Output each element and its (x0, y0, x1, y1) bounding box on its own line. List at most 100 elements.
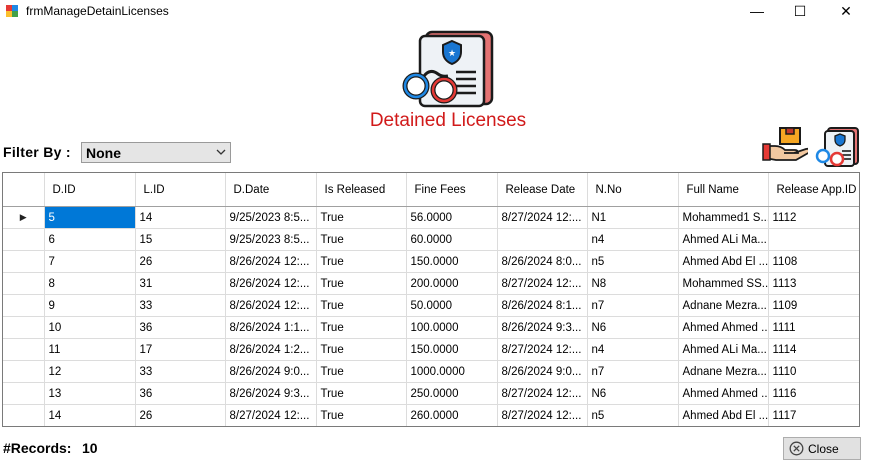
table-cell[interactable]: 31 (135, 272, 226, 295)
table-row[interactable]: 13 36 8/26/2024 9:3... True 250.0000 8/27/202… (3, 382, 859, 405)
minimize-button[interactable]: — (734, 0, 780, 22)
table-cell[interactable]: n4 (587, 228, 679, 251)
release-license-icon[interactable] (762, 124, 808, 168)
close-button[interactable]: Close (783, 437, 861, 460)
table-cell[interactable]: n5 (587, 404, 679, 426)
table-cell[interactable]: 1110 (768, 360, 859, 383)
table-cell[interactable]: 9/25/2023 8:5... (225, 228, 317, 251)
table-cell[interactable]: 1114 (768, 338, 859, 361)
column-header[interactable]: Fine Fees (406, 173, 498, 207)
table-cell[interactable]: 36 (135, 316, 226, 339)
detain-license-icon[interactable] (814, 124, 860, 168)
table-cell[interactable]: 200.0000 (406, 272, 498, 295)
table-cell[interactable]: 50.0000 (406, 294, 498, 317)
table-cell[interactable]: 1117 (768, 404, 859, 426)
table-cell[interactable]: 8/26/2024 8:1... (497, 294, 588, 317)
table-cell[interactable]: 9/25/2023 8:5... (225, 206, 317, 229)
table-row[interactable]: 7 26 8/26/2024 12:... True 150.0000 8/26/2024… (3, 250, 859, 273)
table-cell[interactable]: True (316, 250, 407, 273)
table-cell[interactable]: 260.0000 (406, 404, 498, 426)
table-cell[interactable]: 8 (44, 272, 136, 295)
table-cell[interactable]: True (316, 228, 407, 251)
column-header[interactable]: Release Date (497, 173, 588, 207)
table-cell[interactable]: 17 (135, 338, 226, 361)
table-cell[interactable]: 8/26/2024 12:... (225, 250, 317, 273)
table-row[interactable]: 8 31 8/26/2024 12:... True 200.0000 8/27/2024… (3, 272, 859, 295)
column-header[interactable]: Release App.ID (768, 173, 859, 207)
table-cell[interactable] (768, 228, 859, 251)
table-cell[interactable]: 8/26/2024 12:... (225, 294, 317, 317)
table-cell[interactable]: 8/27/2024 12:... (497, 272, 588, 295)
row-header[interactable] (3, 294, 45, 317)
table-cell[interactable]: 13 (44, 382, 136, 405)
column-header[interactable]: N.No (587, 173, 679, 207)
filter-dropdown[interactable]: None (81, 142, 231, 163)
table-row[interactable]: 9 33 8/26/2024 12:... True 50.0000 8/26/2024 … (3, 294, 859, 317)
table-cell[interactable]: N1 (587, 206, 679, 229)
row-header[interactable] (3, 250, 45, 273)
row-header[interactable]: ▶ (3, 206, 45, 229)
table-cell[interactable]: True (316, 360, 407, 383)
column-header[interactable]: D.ID (44, 173, 136, 207)
table-cell[interactable]: 8/26/2024 9:3... (497, 316, 588, 339)
table-cell[interactable]: Ahmed ALi Ma... (678, 338, 769, 361)
table-cell[interactable]: 5 (44, 206, 136, 229)
table-cell[interactable]: 10 (44, 316, 136, 339)
table-cell[interactable]: 60.0000 (406, 228, 498, 251)
table-cell[interactable]: N6 (587, 382, 679, 405)
table-cell[interactable]: 9 (44, 294, 136, 317)
table-cell[interactable]: 6 (44, 228, 136, 251)
table-cell[interactable]: 33 (135, 294, 226, 317)
table-cell[interactable]: Ahmed Ahmed ... (678, 316, 769, 339)
maximize-button[interactable]: ☐ (777, 0, 823, 22)
column-header[interactable]: D.Date (225, 173, 317, 207)
table-cell[interactable]: 1112 (768, 206, 859, 229)
table-cell[interactable]: 36 (135, 382, 226, 405)
table-cell[interactable]: 8/27/2024 12:... (497, 382, 588, 405)
table-cell[interactable]: 8/26/2024 8:0... (497, 250, 588, 273)
table-cell[interactable]: True (316, 338, 407, 361)
table-cell[interactable]: True (316, 316, 407, 339)
table-cell[interactable]: 1109 (768, 294, 859, 317)
table-cell[interactable]: 8/26/2024 1:1... (225, 316, 317, 339)
row-header[interactable] (3, 338, 45, 361)
table-cell[interactable]: 250.0000 (406, 382, 498, 405)
table-cell[interactable]: 8/26/2024 12:... (225, 272, 317, 295)
table-cell[interactable]: N6 (587, 316, 679, 339)
row-header[interactable] (3, 316, 45, 339)
table-cell[interactable]: 26 (135, 250, 226, 273)
table-cell[interactable]: True (316, 272, 407, 295)
table-cell[interactable]: Ahmed ALi Ma... (678, 228, 769, 251)
table-cell[interactable]: Ahmed Ahmed ... (678, 382, 769, 405)
table-cell[interactable]: Adnane Mezra... (678, 294, 769, 317)
table-cell[interactable]: 14 (44, 404, 136, 426)
table-row[interactable]: 12 33 8/26/2024 9:0... True 1000.0000 8/26/20… (3, 360, 859, 383)
table-cell[interactable]: n5 (587, 250, 679, 273)
table-row[interactable]: 10 36 8/26/2024 1:1... True 100.0000 8/26/202… (3, 316, 859, 339)
table-cell[interactable]: n4 (587, 338, 679, 361)
close-window-button[interactable]: ✕ (823, 0, 869, 22)
table-cell[interactable]: 1113 (768, 272, 859, 295)
table-cell[interactable]: 150.0000 (406, 250, 498, 273)
table-cell[interactable]: 8/27/2024 12:... (497, 404, 588, 426)
table-cell[interactable]: 33 (135, 360, 226, 383)
table-cell[interactable]: 8/27/2024 12:... (497, 206, 588, 229)
row-header[interactable] (3, 272, 45, 295)
table-cell[interactable]: 8/26/2024 9:3... (225, 382, 317, 405)
table-cell[interactable]: 1000.0000 (406, 360, 498, 383)
row-header[interactable] (3, 382, 45, 405)
table-cell[interactable]: 11 (44, 338, 136, 361)
table-cell[interactable]: n7 (587, 294, 679, 317)
table-cell[interactable]: Ahmed Abd El ... (678, 404, 769, 426)
table-cell[interactable]: 56.0000 (406, 206, 498, 229)
row-header[interactable] (3, 360, 45, 383)
row-header[interactable] (3, 228, 45, 251)
table-cell[interactable]: Mohammed SS... (678, 272, 769, 295)
table-cell[interactable]: 8/26/2024 9:0... (497, 360, 588, 383)
table-row[interactable]: ▶ 5 14 9/25/2023 8:5... True 56.0000 8/27/2024… (3, 206, 859, 229)
table-cell[interactable]: 8/27/2024 12:... (225, 404, 317, 426)
column-header[interactable]: Full Name (678, 173, 769, 207)
column-header[interactable]: Is Released (316, 173, 407, 207)
table-row[interactable]: 14 26 8/27/2024 12:... True 260.0000 8/27/202… (3, 404, 859, 426)
table-cell[interactable]: True (316, 404, 407, 426)
